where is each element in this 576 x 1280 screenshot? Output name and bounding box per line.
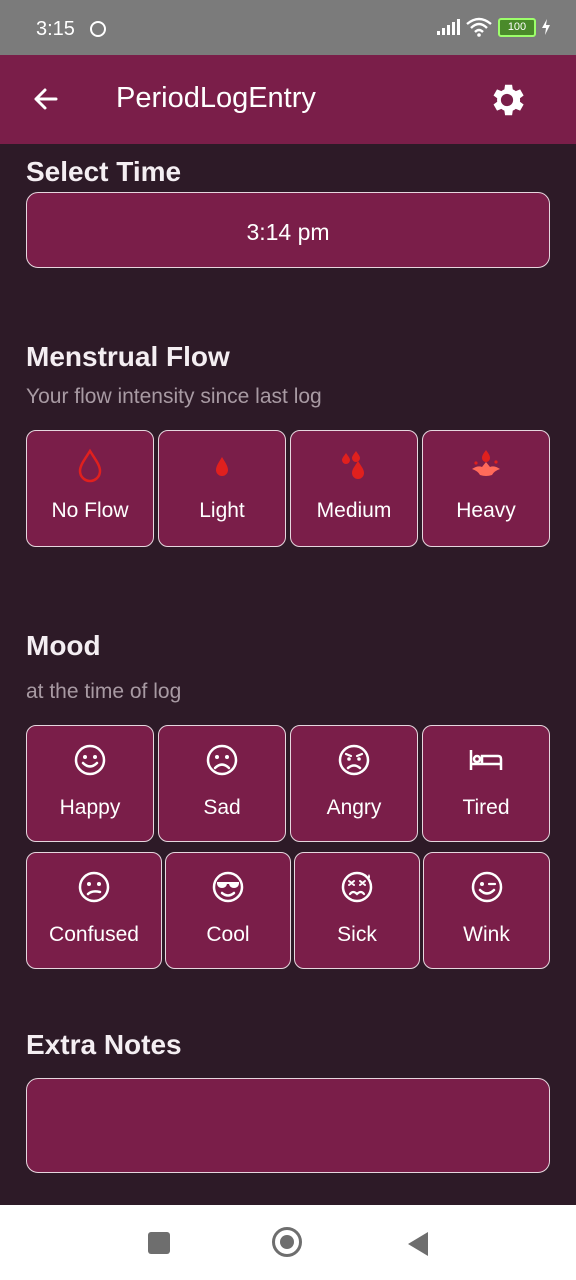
mood-option-label: Confused xyxy=(49,923,139,946)
mood-option-happy[interactable]: Happy xyxy=(26,725,154,842)
signal-icon xyxy=(437,19,460,35)
drop-outline-icon xyxy=(78,448,102,483)
menstrual-flow-subtitle: Your flow intensity since last log xyxy=(26,385,322,408)
status-bar: 3:15 100 xyxy=(0,0,576,55)
extra-notes-heading: Extra Notes xyxy=(26,1029,182,1060)
battery-icon: 100 xyxy=(498,17,536,37)
flow-option-label: Heavy xyxy=(456,499,516,522)
smile-icon xyxy=(74,744,106,776)
splash-icon xyxy=(472,450,500,476)
status-time: 3:15 xyxy=(36,18,75,40)
mood-option-label: Cool xyxy=(206,923,250,946)
flow-option-label: No Flow xyxy=(51,499,129,522)
mood-option-wink[interactable]: Wink xyxy=(423,852,550,969)
mood-option-angry[interactable]: Angry xyxy=(290,725,418,842)
flow-option-medium[interactable]: Medium xyxy=(290,430,418,547)
drops-icon xyxy=(342,451,364,479)
gear-icon[interactable] xyxy=(486,79,528,121)
mood-option-label: Wink xyxy=(463,923,510,946)
flow-option-heavy[interactable]: Heavy xyxy=(422,430,550,547)
mood-option-label: Sad xyxy=(203,796,241,819)
mood-heading: Mood xyxy=(26,630,101,661)
bed-icon xyxy=(469,750,503,770)
wink-icon xyxy=(471,871,502,903)
time-picker-button[interactable]: 3:14 pm xyxy=(26,192,550,268)
angry-icon xyxy=(338,744,370,776)
back-triangle-icon[interactable] xyxy=(406,1231,430,1257)
mood-option-confused[interactable]: Confused xyxy=(26,852,162,969)
mood-option-sick[interactable]: Sick xyxy=(294,852,420,969)
system-nav-bar xyxy=(0,1205,576,1280)
mood-option-tired[interactable]: Tired xyxy=(422,725,550,842)
mood-option-label: Angry xyxy=(326,796,382,819)
flow-option-light[interactable]: Light xyxy=(158,430,286,547)
drop-icon xyxy=(216,457,228,476)
back-arrow-icon[interactable] xyxy=(30,83,62,115)
mood-option-label: Sick xyxy=(337,923,377,946)
select-time-heading: Select Time xyxy=(26,156,182,187)
wifi-icon xyxy=(466,17,492,37)
mood-option-cool[interactable]: Cool xyxy=(165,852,291,969)
sunglasses-icon xyxy=(212,871,244,903)
charging-icon xyxy=(542,19,550,35)
sad-icon xyxy=(206,744,238,776)
flow-option-no-flow[interactable]: No Flow xyxy=(26,430,154,547)
recents-button[interactable] xyxy=(148,1232,170,1254)
mood-option-label: Tired xyxy=(462,796,510,819)
extra-notes-field[interactable] xyxy=(26,1078,550,1173)
notification-icon xyxy=(90,21,106,37)
mood-subtitle: at the time of log xyxy=(26,680,182,703)
flow-option-label: Medium xyxy=(316,499,392,522)
page-title: PeriodLogEntry xyxy=(116,82,316,114)
app-bar: PeriodLogEntry xyxy=(0,55,576,144)
mood-option-sad[interactable]: Sad xyxy=(158,725,286,842)
sick-icon xyxy=(341,871,373,903)
mood-option-label: Happy xyxy=(59,796,121,819)
flow-option-label: Light xyxy=(199,499,245,522)
status-icons: 100 xyxy=(437,17,550,37)
time-value: 3:14 pm xyxy=(246,219,330,245)
home-button[interactable] xyxy=(272,1227,302,1257)
menstrual-flow-heading: Menstrual Flow xyxy=(26,341,230,372)
confused-icon xyxy=(78,871,110,903)
